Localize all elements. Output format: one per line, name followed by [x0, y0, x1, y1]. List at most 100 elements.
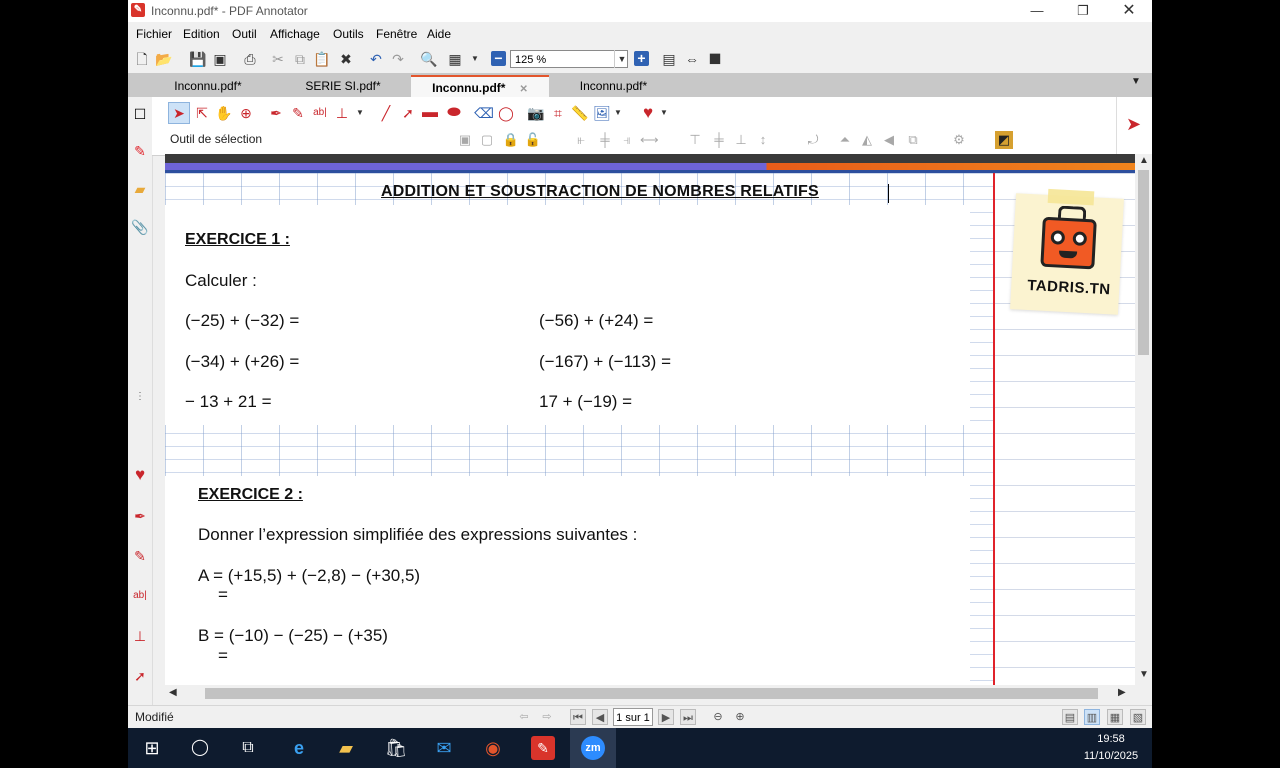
- zoom-app-icon[interactable]: zm: [581, 736, 605, 760]
- scroll-up-icon[interactable]: ▲: [1139, 155, 1149, 166]
- file-explorer-icon[interactable]: ▰: [334, 736, 358, 760]
- align-center-icon[interactable]: ╪: [596, 131, 614, 149]
- zoom-in-button[interactable]: +: [634, 51, 649, 66]
- fit-width-icon[interactable]: ⇔: [683, 50, 701, 68]
- paste-icon[interactable]: 📋: [313, 50, 331, 68]
- align-left-icon[interactable]: ⫦: [572, 131, 590, 149]
- document-view[interactable]: ADDITION ET SOUSTRACTION DE NOMBRES RELA…: [165, 154, 1135, 685]
- scroll-left-icon[interactable]: ◀: [169, 687, 177, 698]
- bookmarks-panel-icon[interactable]: ▰: [130, 179, 150, 199]
- annotations-panel-icon[interactable]: ✎: [130, 141, 150, 161]
- multi-select-icon[interactable]: ⇱: [192, 103, 212, 123]
- first-page-icon[interactable]: ⏮: [570, 709, 586, 725]
- forward-history-icon[interactable]: ⇨: [539, 709, 555, 725]
- zoom-dropdown-icon[interactable]: ▼: [614, 50, 629, 68]
- text-box-icon[interactable]: ab|: [130, 586, 150, 606]
- distribute-vertical-icon[interactable]: ↕: [754, 131, 772, 149]
- task-view-icon[interactable]: ⧉: [236, 736, 260, 760]
- next-view-icon[interactable]: ⊕: [732, 709, 748, 725]
- redo-icon[interactable]: ↷: [389, 50, 407, 68]
- text-tool-icon[interactable]: ab|: [310, 103, 330, 123]
- page-view-icon[interactable]: ☐: [130, 104, 150, 124]
- save-as-icon[interactable]: ▣: [211, 50, 229, 68]
- line-tool-icon[interactable]: ╱: [376, 103, 396, 123]
- arrow-line-tool-icon[interactable]: ➚: [398, 103, 418, 123]
- copy-icon[interactable]: ⧉: [291, 50, 309, 68]
- highlighter-icon[interactable]: ✎: [130, 546, 150, 566]
- favorite-heart-icon[interactable]: ♥: [130, 465, 150, 485]
- panel-splitter-icon[interactable]: ⋮: [130, 387, 150, 407]
- align-right-icon[interactable]: ⫣: [618, 131, 636, 149]
- pdf-annotator-icon[interactable]: ✎: [531, 736, 555, 760]
- flip-vertical-icon[interactable]: ⏶: [836, 131, 854, 149]
- previous-page-icon[interactable]: ◀: [592, 709, 608, 725]
- align-middle-icon[interactable]: ╪: [710, 131, 728, 149]
- rectangle-tool-icon[interactable]: ▬: [420, 103, 440, 123]
- flip-horizontal-icon[interactable]: ◭: [858, 131, 876, 149]
- menu-edition[interactable]: Edition: [183, 27, 220, 41]
- tab-close-icon[interactable]: ✕: [519, 84, 527, 95]
- store-icon[interactable]: 🛍: [384, 736, 408, 760]
- next-page-icon[interactable]: ▶: [658, 709, 674, 725]
- highlighter-tool-icon[interactable]: ✎: [288, 103, 308, 123]
- pen-tool-icon[interactable]: ✒: [266, 103, 286, 123]
- menu-affichage[interactable]: Affichage: [270, 27, 320, 41]
- two-page-continuous-icon[interactable]: ▧: [1130, 709, 1146, 725]
- zoom-tool-icon[interactable]: ⊕: [236, 103, 256, 123]
- stamp-dropdown-icon[interactable]: ▼: [350, 103, 370, 123]
- search-icon[interactable]: ◯: [188, 736, 212, 760]
- zoom-out-button[interactable]: −: [491, 51, 506, 66]
- pointer-icon[interactable]: ➤: [1126, 114, 1141, 135]
- system-clock[interactable]: 19:58 11/10/2025: [1076, 731, 1146, 765]
- lasso-icon[interactable]: ◯: [496, 103, 516, 123]
- cut-icon[interactable]: ✂: [269, 50, 287, 68]
- chrome-icon[interactable]: ◉: [481, 736, 505, 760]
- zoom-combobox[interactable]: 125 %: [510, 50, 628, 68]
- group-icon[interactable]: ▣: [456, 131, 474, 149]
- page-indicator[interactable]: 1 sur 1: [613, 708, 653, 726]
- align-bottom-icon[interactable]: ⊥: [732, 131, 750, 149]
- stamp-tool-icon[interactable]: ⊥: [332, 103, 352, 123]
- close-button[interactable]: ✕: [1106, 0, 1152, 22]
- hand-tool-icon[interactable]: ✋: [214, 103, 234, 123]
- print-icon[interactable]: ⎙: [241, 50, 259, 68]
- menu-outils[interactable]: Outils: [333, 27, 364, 41]
- tab-document-2[interactable]: SERIE SI.pdf*: [273, 75, 413, 97]
- crop-icon[interactable]: ⌗: [548, 103, 568, 123]
- stamp-icon[interactable]: ⊥: [130, 626, 150, 646]
- delete-icon[interactable]: ✖: [337, 50, 355, 68]
- lock-icon[interactable]: 🔒: [502, 131, 520, 149]
- eraser-icon[interactable]: ⌫: [474, 103, 494, 123]
- two-page-view-icon[interactable]: ▦: [1107, 709, 1123, 725]
- back-history-icon[interactable]: ⇦: [516, 709, 532, 725]
- send-back-icon[interactable]: ◀: [880, 131, 898, 149]
- restore-button[interactable]: ❐: [1060, 0, 1106, 22]
- tab-list-dropdown-icon[interactable]: ▼: [1131, 76, 1141, 87]
- fit-page-icon[interactable]: ▤: [660, 50, 678, 68]
- dropdown-icon[interactable]: ▼: [466, 50, 484, 68]
- minimize-button[interactable]: —: [1014, 0, 1060, 22]
- continuous-view-icon[interactable]: ▥: [1084, 709, 1100, 725]
- bring-front-icon[interactable]: ⧉: [904, 131, 922, 149]
- single-page-view-icon[interactable]: ▤: [1062, 709, 1078, 725]
- edge-browser-icon[interactable]: e: [287, 736, 311, 760]
- attachments-panel-icon[interactable]: 📎: [130, 217, 150, 237]
- menu-fichier[interactable]: Fichier: [136, 27, 172, 41]
- pen-icon[interactable]: ✒: [130, 506, 150, 526]
- unlock-icon[interactable]: 🔓: [524, 131, 542, 149]
- vertical-scroll-thumb[interactable]: [1138, 170, 1149, 355]
- tab-document-4[interactable]: Inconnu.pdf*: [546, 75, 681, 97]
- previous-view-icon[interactable]: ⊖: [710, 709, 726, 725]
- horizontal-scroll-thumb[interactable]: [205, 688, 1098, 699]
- camera-icon[interactable]: 📷: [526, 103, 546, 123]
- page-layout-icon[interactable]: ▦: [446, 50, 464, 68]
- save-icon[interactable]: 💾: [189, 50, 207, 68]
- menu-outil[interactable]: Outil: [232, 27, 257, 41]
- distribute-horizontal-icon[interactable]: ⟷: [640, 131, 659, 149]
- arrow-tool-icon[interactable]: ➚: [130, 666, 150, 686]
- menu-fenetre[interactable]: Fenêtre: [376, 27, 417, 41]
- scroll-right-icon[interactable]: ▶: [1118, 687, 1126, 698]
- start-button-icon[interactable]: ⊞: [140, 736, 164, 760]
- fullscreen-icon[interactable]: ◼: [706, 50, 724, 68]
- align-top-icon[interactable]: ⊤: [686, 131, 704, 149]
